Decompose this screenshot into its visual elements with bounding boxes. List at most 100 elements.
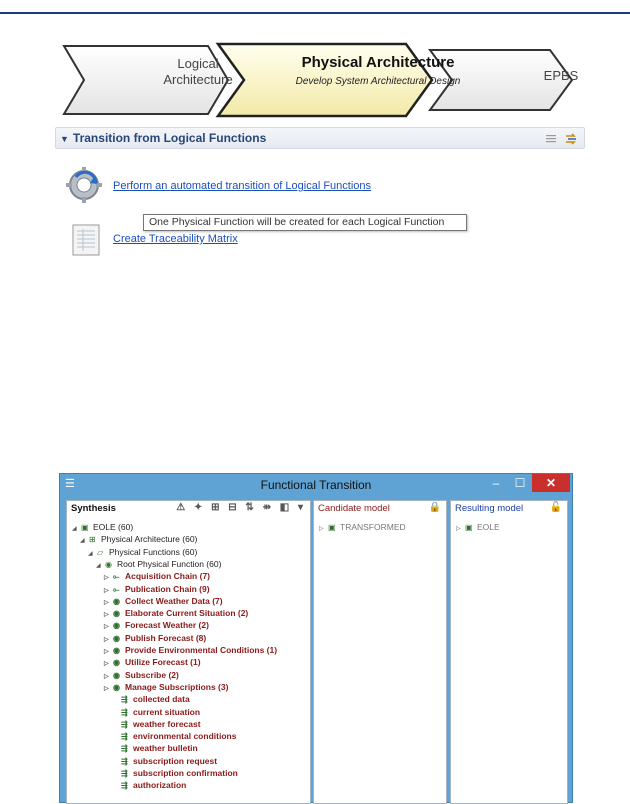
physical-architecture-label: Physical Architecture — [301, 54, 455, 71]
unlock-icon[interactable]: 🔓 — [550, 502, 562, 513]
process-flow: Logical Architecture Physical Architectu… — [60, 40, 580, 130]
chain-icon: ⟜ — [113, 572, 120, 582]
tree-node[interactable]: ▷ ▣ EOLE — [456, 521, 500, 533]
list-icon[interactable] — [544, 132, 558, 146]
tree-node[interactable]: ▷ ◉ Elaborate Current Situation (2) — [104, 607, 248, 619]
result-title: Resulting model — [455, 503, 524, 514]
tree-node-label: Utilize Forecast (1) — [125, 657, 201, 668]
tree-node[interactable]: ⇶ subscription confirmation — [112, 767, 238, 779]
collapse-triangle-icon[interactable]: ▼ — [60, 134, 69, 144]
tree-node-label: EOLE (60) — [93, 522, 134, 532]
tree-node[interactable]: ◢ ▣ EOLE (60) — [72, 521, 133, 533]
tree-node[interactable]: ⇶ current situation — [112, 706, 200, 718]
tooltip: One Physical Function will be created fo… — [143, 214, 467, 231]
tree-node-label: Provide Environmental Conditions (1) — [125, 645, 278, 655]
tree-node[interactable]: ▷ ◉ Forecast Weather (2) — [104, 619, 209, 631]
exchange-icon: ⇶ — [121, 781, 128, 791]
tree-node[interactable]: ◢ ⊞ Physical Architecture (60) — [80, 533, 197, 545]
lock-icon[interactable]: 🔒 — [429, 502, 441, 513]
tree-node-label: EOLE — [477, 522, 500, 532]
traceability-matrix-link[interactable]: Create Traceability Matrix — [113, 233, 238, 245]
tree-node-label: Physical Functions (60) — [109, 546, 198, 557]
tree-node[interactable]: ⇶ collected data — [112, 693, 190, 705]
transition-arrows-icon[interactable] — [564, 132, 578, 146]
tree-node-label: Acquisition Chain (7) — [125, 571, 210, 582]
tree-node[interactable]: ▷ ◉ Collect Weather Data (7) — [104, 595, 223, 607]
tree-node-label: subscription request — [133, 755, 218, 766]
tree-node-label: collected data — [133, 694, 190, 705]
architecture-icon: ⊞ — [89, 535, 96, 545]
synthesis-toolbar[interactable]: ⚠ ✦ ⊞ ⊟ ⇅ ⇻ ◧ ▾ — [176, 502, 306, 513]
candidate-title: Candidate model — [318, 503, 390, 514]
function-icon: ◉ — [105, 559, 112, 569]
candidate-pane: Candidate model 🔒 ▷ ▣ TRANSFORMED — [313, 500, 447, 804]
exchange-icon: ⇶ — [121, 744, 128, 754]
tree-node-label: current situation — [133, 706, 201, 717]
tree-node[interactable]: ▷ ◉ Provide Environmental Conditions (1) — [104, 644, 277, 656]
exchange-icon: ⇶ — [121, 719, 128, 729]
tree-node[interactable]: ⇶ subscription request — [112, 755, 217, 767]
chain-icon: ⟜ — [113, 584, 120, 594]
expand-closed-icon[interactable]: ▷ — [456, 523, 465, 535]
exchange-icon: ⇶ — [121, 769, 128, 778]
physical-architecture-subtitle: Develop System Architectural Design — [295, 76, 461, 87]
tree-node[interactable]: ▷ ◉ Utilize Forecast (1) — [104, 656, 201, 668]
automated-transition-link[interactable]: Perform an automated transition of Logic… — [113, 180, 371, 192]
function-icon: ◉ — [113, 670, 120, 680]
model-icon: ▣ — [465, 523, 473, 532]
tree-node-label: Elaborate Current Situation (2) — [125, 608, 249, 619]
minimize-button[interactable]: – — [484, 474, 508, 492]
document-icon[interactable] — [68, 222, 104, 258]
model-icon: ▣ — [328, 523, 336, 532]
tree-node-label: Manage Subscriptions (3) — [125, 681, 229, 692]
synthesis-title: Synthesis — [71, 503, 116, 514]
function-icon: ◉ — [113, 682, 120, 692]
maximize-button[interactable]: ☐ — [508, 474, 532, 492]
synthesis-pane: Synthesis ⚠ ✦ ⊞ ⊟ ⇅ ⇻ ◧ ▾ ◢ ▣ EOLE (60) ◢ ⊞ P… — [66, 500, 311, 804]
tree-node-label: Physical Architecture (60) — [101, 534, 198, 545]
tree-node[interactable]: ▷ ◉ Manage Subscriptions (3) — [104, 681, 228, 693]
tree-node[interactable]: ▷ ◉ Publish Forecast (8) — [104, 632, 206, 644]
tree-node[interactable]: ▷ ⟜ Publication Chain (9) — [104, 583, 210, 595]
tree-node[interactable]: ⇶ weather bulletin — [112, 742, 198, 754]
function-icon: ◉ — [113, 658, 120, 668]
tree-node[interactable]: ⇶ weather forecast — [112, 718, 201, 730]
result-pane: Resulting model 🔓 ▷ ▣ EOLE — [450, 500, 568, 804]
tree-node-label: authorization — [133, 780, 187, 791]
tree-node-label: Publish Forecast (8) — [125, 632, 207, 643]
tree-node-label: TRANSFORMED — [340, 522, 406, 532]
tree-node[interactable]: ◢ ◉ Root Physical Function (60) — [96, 558, 221, 570]
function-icon: ◉ — [113, 633, 120, 643]
tree-node[interactable]: ▷ ▣ TRANSFORMED — [319, 521, 406, 533]
logical-architecture-label: Logical Architecture — [163, 56, 233, 87]
tree-node-label: Root Physical Function (60) — [117, 558, 222, 569]
functional-transition-window: ☰ Functional Transition – ☐ ✕ Synthesis … — [59, 473, 573, 804]
exchange-icon: ⇶ — [121, 756, 128, 766]
function-icon: ◉ — [113, 646, 120, 655]
tree-node[interactable]: ▷ ⟜ Acquisition Chain (7) — [104, 570, 210, 582]
transition-section-header[interactable]: ▼ Transition from Logical Functions — [55, 127, 585, 149]
function-icon: ◉ — [113, 621, 120, 631]
tree-node[interactable]: ◢ ▱ Physical Functions (60) — [88, 546, 197, 558]
close-button[interactable]: ✕ — [532, 474, 570, 492]
tree-node-label: Publication Chain (9) — [125, 583, 210, 594]
tree-node[interactable]: ▷ ◉ Subscribe (2) — [104, 669, 179, 681]
model-icon: ▣ — [81, 523, 89, 532]
tree-node-label: Collect Weather Data (7) — [125, 595, 223, 606]
tree-node-label: subscription confirmation — [133, 768, 238, 778]
exchange-icon: ⇶ — [121, 732, 128, 742]
function-icon: ◉ — [113, 596, 120, 606]
tree-node-label: environmental conditions — [133, 731, 237, 742]
exchange-icon: ⇶ — [121, 707, 128, 717]
tree-node[interactable]: ⇶ environmental conditions — [112, 730, 236, 742]
tree-node-label: Forecast Weather (2) — [125, 620, 209, 631]
exchange-icon: ⇶ — [121, 695, 128, 705]
section-title: Transition from Logical Functions — [72, 131, 267, 145]
expand-closed-icon[interactable]: ▷ — [319, 523, 328, 535]
top-rule — [0, 12, 630, 14]
tree-node-label: weather forecast — [133, 718, 201, 729]
gear-icon[interactable] — [64, 165, 104, 205]
tree-node-label: Subscribe (2) — [125, 669, 179, 680]
window-titlebar[interactable]: ☰ Functional Transition – ☐ ✕ — [60, 474, 572, 496]
tree-node[interactable]: ⇶ authorization — [112, 779, 186, 791]
